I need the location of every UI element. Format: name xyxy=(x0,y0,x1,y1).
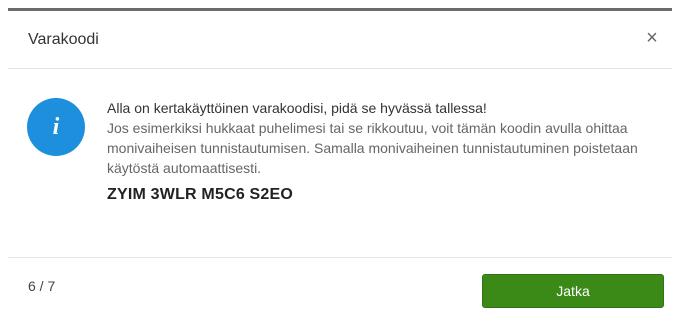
continue-button[interactable]: Jatka xyxy=(482,274,664,308)
step-indicator: 6 / 7 xyxy=(28,278,56,294)
dialog-title: Varakoodi xyxy=(28,31,99,48)
info-icon: i xyxy=(27,98,85,156)
dialog-content: Alla on kertakäyttöinen varakoodisi, pid… xyxy=(107,98,662,206)
dialog-headline: Alla on kertakäyttöinen varakoodisi, pid… xyxy=(107,100,487,116)
dialog-description: Jos esimerkiksi hukkaat puhelimesi tai s… xyxy=(107,120,638,176)
dialog-footer: 6 / 7 Jatka xyxy=(8,257,672,320)
backup-code-dialog: Varakoodi × i Alla on kertakäyttöinen va… xyxy=(0,0,680,320)
close-icon[interactable]: × xyxy=(642,28,662,48)
info-icon-glyph: i xyxy=(52,114,60,140)
dialog-header: Varakoodi × xyxy=(8,11,672,69)
backup-code: ZYIM 3WLR M5C6 S2EO xyxy=(107,186,294,203)
